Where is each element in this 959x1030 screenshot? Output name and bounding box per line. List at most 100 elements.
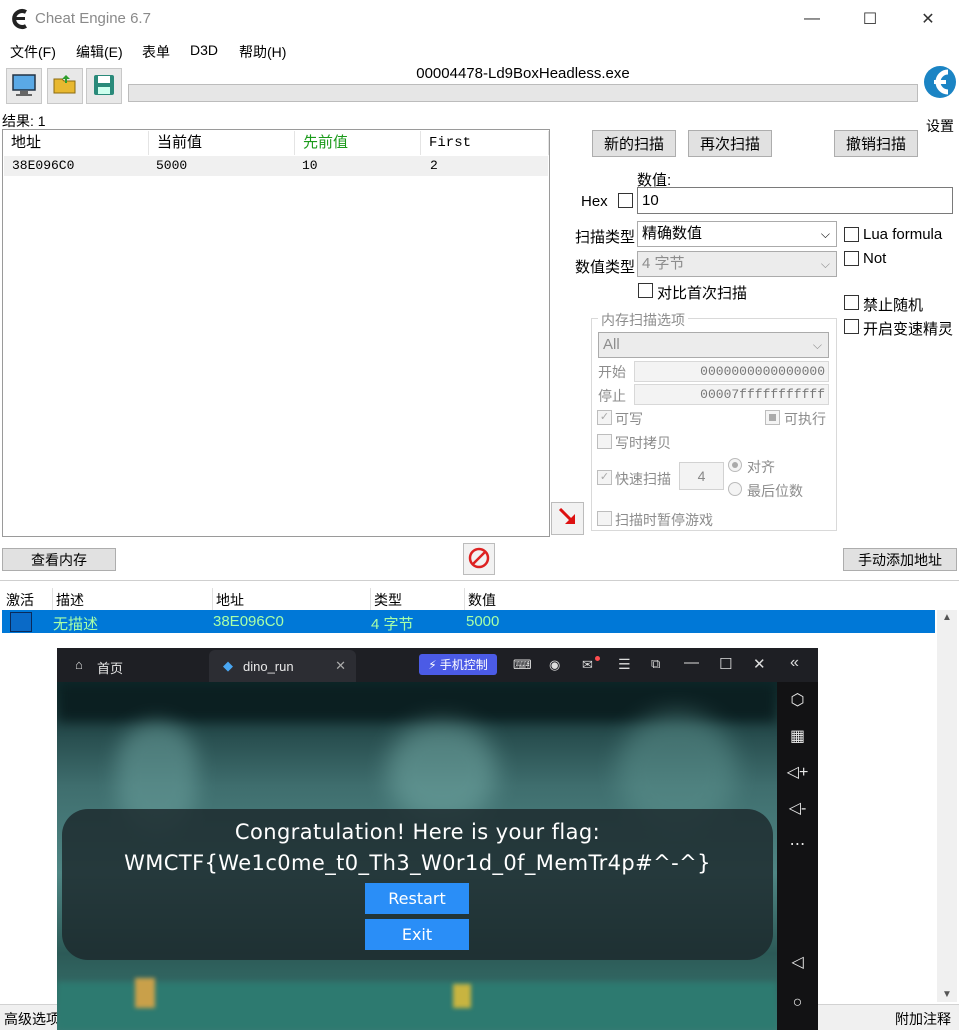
window-mode-icon[interactable]: ⧉ [651, 656, 660, 672]
value-input[interactable]: 10 [637, 187, 953, 214]
more-icon[interactable]: ⋯ [777, 834, 818, 854]
memory-region-select[interactable]: All ⌵ [598, 332, 829, 358]
address-description: 无描述 [53, 616, 99, 633]
mail-icon[interactable]: ✉ [582, 657, 593, 673]
undo-scan-button[interactable]: 撤销扫描 [834, 130, 918, 157]
home-tab[interactable]: 首页 [97, 658, 123, 677]
settings-logo-icon[interactable] [922, 62, 958, 117]
active-checkbox[interactable] [10, 612, 32, 632]
value-type-select[interactable]: 4 字节 ⌵ [637, 251, 837, 277]
minimize-button[interactable]: — [783, 0, 841, 38]
add-address-button[interactable]: 手动添加地址 [843, 548, 957, 571]
stop-address-input[interactable]: 00007fffffffffff [634, 384, 829, 405]
next-scan-button[interactable]: 再次扫描 [688, 130, 772, 157]
lua-formula-checkbox[interactable] [844, 227, 859, 242]
result-row[interactable]: 38E096C0 5000 10 2 [4, 156, 548, 176]
emulator-sidebar: ⬡ ▦ ◁+ ◁- ⋯ ◁ ○ [777, 682, 818, 1030]
address-list-scrollbar[interactable]: ▲ ▼ [937, 610, 957, 1002]
volume-up-icon[interactable]: ◁+ [777, 762, 818, 782]
close-icon[interactable]: ✕ [753, 655, 766, 673]
chevron-down-icon: ⌵ [820, 257, 830, 271]
save-button[interactable] [86, 68, 122, 104]
writable-checkbox[interactable]: ✓ [597, 410, 612, 425]
column-description[interactable]: 描述 [56, 590, 84, 610]
value-type-value: 4 字节 [642, 255, 685, 272]
collapse-sidebar-icon[interactable]: « [790, 654, 799, 672]
menu-edit[interactable]: 编辑(E) [76, 42, 123, 62]
back-icon[interactable]: ◁ [777, 952, 818, 972]
close-button[interactable]: ✕ [899, 0, 957, 38]
column-address[interactable]: 地址 [3, 131, 149, 155]
column-current-value[interactable]: 当前值 [149, 131, 295, 155]
column-address[interactable]: 地址 [216, 590, 244, 610]
compare-first-checkbox[interactable] [638, 283, 653, 298]
scan-type-label: 扫描类型 [575, 229, 636, 246]
flutter-icon: ◆ [223, 658, 233, 673]
add-to-list-button[interactable] [551, 502, 584, 535]
keyboard-icon[interactable]: ▦ [777, 726, 818, 746]
pause-game-checkbox[interactable] [597, 511, 612, 526]
lightning-icon: ⚡ [428, 657, 437, 672]
column-value[interactable]: 数值 [468, 590, 496, 610]
new-scan-button[interactable]: 新的扫描 [592, 130, 676, 157]
result-count: 结果: 1 [2, 113, 46, 129]
phone-control-button[interactable]: ⚡ 手机控制 [419, 654, 497, 675]
scroll-down-icon[interactable]: ▼ [937, 989, 957, 1000]
clear-list-button[interactable] [463, 543, 495, 575]
tab-close-icon[interactable]: ✕ [335, 658, 346, 674]
disable-random-checkbox[interactable] [844, 295, 859, 310]
memory-scan-options-title: 内存扫描选项 [598, 310, 688, 330]
speedhack-checkbox[interactable] [844, 319, 859, 334]
executable-checkbox[interactable] [765, 410, 780, 425]
align-radio[interactable] [728, 458, 742, 472]
fast-scan-alignment-input[interactable]: 4 [679, 462, 724, 490]
not-label: Not [863, 250, 887, 267]
menu-d3d[interactable]: D3D [190, 42, 218, 58]
column-first[interactable]: First [421, 131, 549, 155]
no-entry-icon [468, 547, 490, 572]
menu-icon[interactable]: ☰ [618, 656, 631, 673]
home-circle-icon[interactable]: ○ [777, 994, 818, 1012]
found-results-list[interactable]: 地址 当前值 先前值 First 38E096C0 5000 10 2 [2, 129, 550, 537]
start-address-input[interactable]: 0000000000000000 [634, 361, 829, 382]
fast-scan-checkbox[interactable]: ✓ [597, 470, 612, 485]
column-previous-value[interactable]: 先前值 [295, 131, 421, 155]
column-active[interactable]: 激活 [6, 590, 34, 610]
open-file-button[interactable] [47, 68, 83, 104]
hexagon-icon[interactable]: ⬡ [777, 690, 818, 710]
address-row[interactable]: 无描述 38E096C0 4 字节 5000 [2, 610, 935, 633]
open-process-button[interactable] [6, 68, 42, 104]
menu-help[interactable]: 帮助(H) [239, 42, 286, 62]
compare-first-label: 对比首次扫描 [657, 285, 748, 302]
splitter[interactable] [0, 580, 959, 584]
settings-label[interactable]: 设置 [926, 116, 954, 136]
stop-label: 停止 [598, 388, 626, 404]
exit-button[interactable]: Exit [365, 919, 469, 950]
hex-checkbox[interactable] [618, 193, 633, 208]
user-icon[interactable]: ◉ [549, 657, 560, 673]
speedhack-label: 开启变速精灵 [863, 321, 954, 338]
home-icon[interactable]: ⌂ [75, 657, 83, 672]
table-extras-button[interactable]: 附加注释 [895, 1009, 951, 1029]
last-digits-radio[interactable] [728, 482, 742, 496]
column-divider [212, 588, 213, 610]
copy-on-write-checkbox[interactable] [597, 434, 612, 449]
pause-game-label: 扫描时暂停游戏 [615, 512, 713, 528]
app-tab[interactable]: ◆ dino_run ✕ [209, 650, 356, 682]
scroll-up-icon[interactable]: ▲ [937, 612, 957, 623]
not-checkbox[interactable] [844, 251, 859, 266]
maximize-icon[interactable]: ☐ [719, 655, 732, 673]
notification-dot [595, 656, 600, 661]
menu-table[interactable]: 表单 [142, 42, 170, 62]
restart-button[interactable]: Restart [365, 883, 469, 914]
advanced-options-button[interactable]: 高级选项 [4, 1009, 60, 1029]
column-type[interactable]: 类型 [374, 590, 402, 610]
game-screen[interactable]: Congratulation! Here is your flag: WMCTF… [57, 682, 777, 1030]
scan-type-select[interactable]: 精确数值 ⌵ [637, 221, 837, 247]
menu-file[interactable]: 文件(F) [10, 42, 56, 62]
gamepad-icon[interactable]: ⌨ [513, 657, 532, 673]
volume-down-icon[interactable]: ◁- [777, 798, 818, 818]
memory-view-button[interactable]: 查看内存 [2, 548, 116, 571]
minimize-icon[interactable]: — [684, 654, 699, 671]
maximize-button[interactable]: ☐ [841, 0, 899, 38]
